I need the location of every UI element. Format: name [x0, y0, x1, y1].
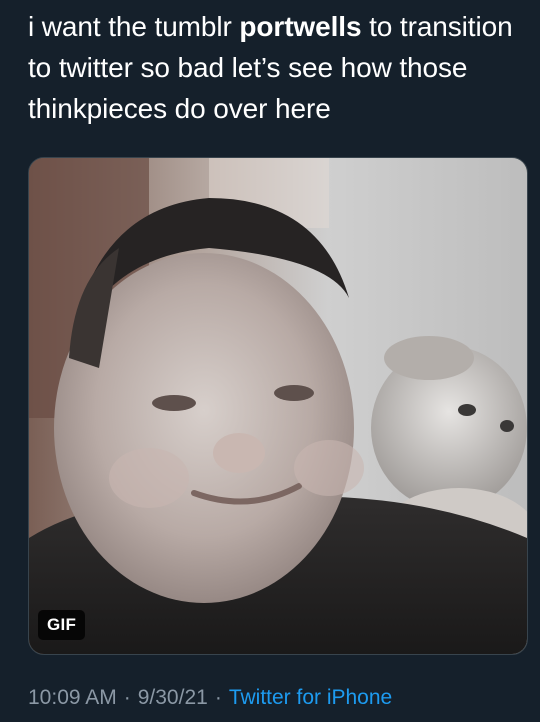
meta-separator-2: · — [214, 686, 222, 709]
mention-link[interactable]: portwells — [239, 11, 361, 42]
meta-separator: · — [123, 686, 131, 709]
tweet-time[interactable]: 10:09 AM — [28, 686, 117, 709]
tweet-date[interactable]: 9/30/21 — [138, 686, 208, 709]
gif-badge[interactable]: GIF — [38, 610, 86, 640]
tweet-meta: 10:09 AM · 9/30/21 · Twitter for iPhone — [28, 684, 392, 712]
tweet-source-link[interactable]: Twitter for iPhone — [229, 686, 392, 709]
gif-frame-image — [29, 158, 527, 654]
gif-media[interactable] — [28, 157, 528, 655]
tweet-text-before: i want the tumblr — [28, 11, 240, 42]
tweet-text: i want the tumblr portwells to transitio… — [28, 6, 518, 129]
